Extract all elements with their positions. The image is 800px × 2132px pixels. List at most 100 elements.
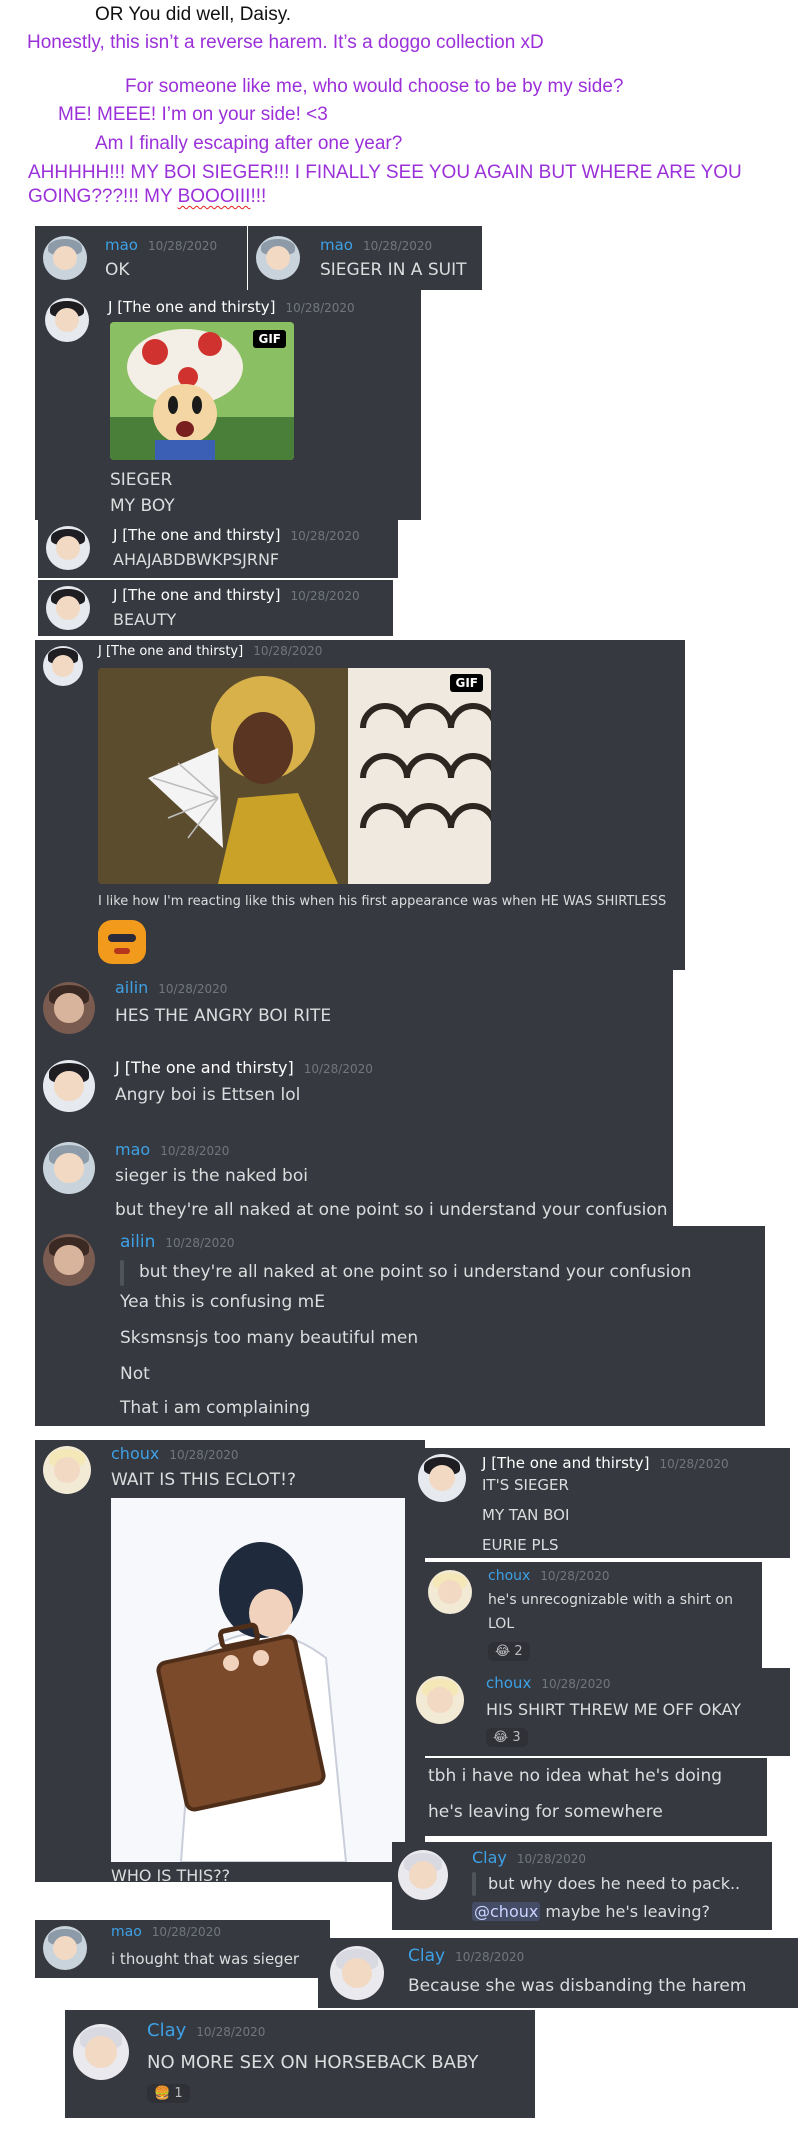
message-text: SIEGER IN A SUIT bbox=[320, 260, 467, 280]
username[interactable]: J [The one and thirsty] 10/28/2020 bbox=[98, 644, 322, 659]
username[interactable]: Clay 10/28/2020 bbox=[408, 1946, 524, 1966]
message-card: tbh i have no idea what he's doing he's … bbox=[412, 1758, 767, 1836]
message-card: J [The one and thirsty] 10/28/2020 AHAJAB… bbox=[38, 520, 398, 578]
message-card: J [The one and thirsty] 10/28/2020 IT'S S… bbox=[412, 1448, 790, 1558]
avatar[interactable] bbox=[43, 1060, 95, 1112]
timestamp: 10/28/2020 bbox=[290, 589, 360, 603]
username[interactable]: mao 10/28/2020 bbox=[320, 236, 432, 254]
message-card: ailin 10/28/2020 but they're all naked at… bbox=[35, 1226, 765, 1426]
message-text: OK bbox=[105, 260, 130, 280]
username[interactable]: ailin 10/28/2020 bbox=[115, 978, 227, 997]
username[interactable]: Clay 10/28/2020 bbox=[147, 2020, 265, 2041]
avatar[interactable] bbox=[256, 236, 300, 280]
timestamp: 10/28/2020 bbox=[541, 1677, 611, 1691]
message-text: Not bbox=[120, 1364, 150, 1384]
message-card: choux 10/28/2020 HIS SHIRT THREW ME OFF O… bbox=[412, 1668, 790, 1756]
timestamp: 10/28/2020 bbox=[160, 1144, 230, 1158]
avatar[interactable] bbox=[43, 646, 83, 686]
attached-image[interactable] bbox=[111, 1498, 405, 1862]
message-card: J [The one and thirsty] 10/28/2020 GIF SI… bbox=[35, 290, 421, 520]
username[interactable]: choux 10/28/2020 bbox=[488, 1568, 609, 1584]
message-text: MY TAN BOI bbox=[482, 1506, 570, 1524]
message-text: I like how I'm reacting like this when h… bbox=[98, 894, 667, 909]
note-line: AHHHHH!!! MY BOI SIEGER!!! I FINALLY SEE… bbox=[28, 162, 742, 183]
message-card: mao 10/28/2020 OK bbox=[35, 226, 247, 290]
man-with-briefcase-illustration bbox=[111, 1498, 405, 1862]
timestamp: 10/28/2020 bbox=[158, 982, 228, 996]
avatar[interactable] bbox=[43, 1926, 87, 1970]
username[interactable]: choux 10/28/2020 bbox=[486, 1674, 611, 1692]
reaction-chip[interactable]: 🍔 1 bbox=[147, 2084, 190, 2103]
username[interactable]: mao 10/28/2020 bbox=[111, 1924, 221, 1940]
reaction-count: 3 bbox=[512, 1730, 521, 1745]
reaction-count: 1 bbox=[174, 2086, 183, 2101]
message-text: @choux maybe he's leaving? bbox=[472, 1902, 710, 1921]
avatar[interactable] bbox=[46, 526, 90, 570]
message-text: That i am complaining bbox=[120, 1398, 311, 1418]
message-card: mao 10/28/2020 i thought that was sieger bbox=[35, 1920, 330, 1978]
avatar[interactable] bbox=[43, 1142, 95, 1194]
message-text: i thought that was sieger bbox=[111, 1950, 300, 1968]
message-text: HES THE ANGRY BOI RITE bbox=[115, 1006, 332, 1026]
message-card: mao 10/28/2020 sieger is the naked boi bu… bbox=[35, 1134, 673, 1234]
avatar[interactable] bbox=[46, 586, 90, 630]
note-text: !!! bbox=[250, 186, 267, 207]
username[interactable]: mao 10/28/2020 bbox=[115, 1140, 229, 1159]
message-text: MY BOY bbox=[110, 496, 175, 516]
avatar[interactable] bbox=[428, 1570, 472, 1614]
note-line: GOING???!!! MY BOOOIII!!! bbox=[28, 186, 266, 208]
avatar[interactable] bbox=[43, 982, 95, 1034]
username[interactable]: Clay 10/28/2020 bbox=[472, 1848, 586, 1867]
timestamp: 10/28/2020 bbox=[169, 1448, 239, 1462]
timestamp: 10/28/2020 bbox=[147, 239, 218, 253]
avatar[interactable] bbox=[45, 298, 89, 342]
custom-emoji[interactable] bbox=[98, 920, 146, 964]
message-text: HIS SHIRT THREW ME OFF OKAY bbox=[486, 1700, 742, 1719]
username[interactable]: J [The one and thirsty] 10/28/2020 bbox=[113, 586, 360, 604]
message-card: choux 10/28/2020 WAIT IS THIS ECLOT!? WHO… bbox=[35, 1440, 425, 1885]
avatar[interactable] bbox=[43, 1446, 91, 1494]
username[interactable]: J [The one and thirsty] 10/28/2020 bbox=[113, 526, 360, 544]
message-text: WAIT IS THIS ECLOT!? bbox=[111, 1470, 296, 1490]
username[interactable]: J [The one and thirsty] 10/28/2020 bbox=[108, 298, 355, 316]
avatar[interactable] bbox=[418, 1454, 466, 1502]
timestamp: 10/28/2020 bbox=[253, 644, 323, 658]
username[interactable]: J [The one and thirsty] 10/28/2020 bbox=[482, 1454, 729, 1472]
message-text: but they're all naked at one point so i … bbox=[115, 1200, 668, 1220]
message-card: J [The one and thirsty] 10/28/2020 GIF I… bbox=[35, 640, 685, 970]
timestamp: 10/28/2020 bbox=[165, 1236, 235, 1250]
timestamp: 10/28/2020 bbox=[290, 529, 360, 543]
gif-image[interactable]: GIF bbox=[98, 668, 491, 884]
gif-image[interactable]: GIF bbox=[110, 322, 294, 460]
message-card: Clay 10/28/2020 but why does he need to p… bbox=[392, 1842, 772, 1930]
quoted-text: but why does he need to pack.. bbox=[488, 1874, 741, 1893]
dancer-fan-gif-illustration bbox=[98, 668, 491, 884]
message-card: J [The one and thirsty] 10/28/2020 Angry … bbox=[35, 1052, 673, 1134]
username[interactable]: J [The one and thirsty] 10/28/2020 bbox=[115, 1058, 373, 1077]
note-line: Honestly, this isn’t a reverse harem. It… bbox=[27, 32, 544, 53]
timestamp: 10/28/2020 bbox=[196, 2025, 266, 2039]
message-card: J [The one and thirsty] 10/28/2020 BEAUTY bbox=[38, 580, 393, 636]
avatar[interactable] bbox=[416, 1676, 464, 1724]
note-line: ME! MEEE! I’m on your side! <3 bbox=[58, 104, 328, 125]
reaction-chip[interactable]: 😂 3 bbox=[486, 1728, 528, 1747]
avatar[interactable] bbox=[398, 1850, 448, 1900]
message-text: Because she was disbanding the harem bbox=[408, 1976, 747, 1996]
avatar[interactable] bbox=[73, 2024, 129, 2080]
laughing-emoji-icon: 😂 bbox=[493, 1730, 509, 1745]
message-text: he's unrecognizable with a shirt on bbox=[488, 1592, 733, 1608]
spellcheck-word: BOOOIII bbox=[177, 186, 251, 207]
username[interactable]: choux 10/28/2020 bbox=[111, 1444, 239, 1463]
message-text: Sksmsnsjs too many beautiful men bbox=[120, 1328, 419, 1348]
reaction-chip[interactable]: 😂 2 bbox=[488, 1642, 530, 1661]
username[interactable]: ailin 10/28/2020 bbox=[120, 1232, 235, 1252]
avatar[interactable] bbox=[43, 236, 87, 280]
username[interactable]: mao 10/28/2020 bbox=[105, 236, 217, 254]
avatar[interactable] bbox=[43, 1234, 95, 1286]
message-text: AHAJABDBWKPSJRNF bbox=[113, 550, 280, 569]
user-mention[interactable]: @choux bbox=[472, 1902, 541, 1921]
note-text: GOING???!!! MY bbox=[28, 186, 178, 207]
message-text: sieger is the naked boi bbox=[115, 1166, 308, 1186]
avatar[interactable] bbox=[330, 1946, 384, 2000]
note-line: OR You did well, Daisy. bbox=[95, 4, 292, 25]
